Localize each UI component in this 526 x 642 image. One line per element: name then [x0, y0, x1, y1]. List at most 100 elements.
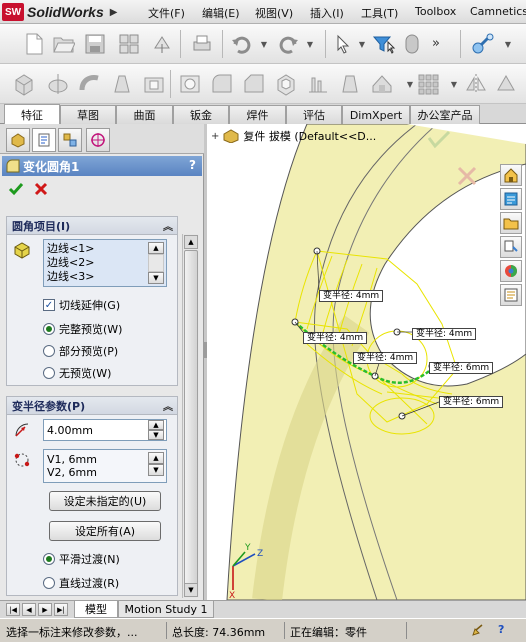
sweep-icon[interactable]: [78, 71, 102, 97]
toolbar1-overflow-icon[interactable]: »: [432, 36, 440, 51]
tab-sketch[interactable]: 草图: [60, 105, 116, 124]
rebuild-icon[interactable]: [150, 31, 174, 57]
fillet-icon[interactable]: [210, 71, 234, 97]
undo-dropdown-icon[interactable]: ▼: [252, 31, 276, 57]
draft-icon[interactable]: [338, 71, 362, 97]
revolve-icon[interactable]: [46, 71, 70, 97]
feature-manager-tab-icon[interactable]: [6, 128, 30, 152]
smooth-transition-radio[interactable]: 平滑过渡(N): [43, 551, 120, 567]
spin-up-icon[interactable]: ▲: [148, 420, 164, 430]
tab-sheet-metal[interactable]: 钣金: [173, 105, 229, 124]
scroll-up-icon[interactable]: ▲: [148, 452, 164, 464]
save-icon[interactable]: [83, 31, 107, 57]
menu-toolbox[interactable]: Toolbox: [415, 5, 456, 18]
scroll-down-icon[interactable]: ▼: [184, 583, 198, 597]
tab-office-products[interactable]: 办公室产品: [410, 105, 480, 124]
collapse-icon[interactable]: ︽: [163, 398, 173, 413]
radius-spinner[interactable]: ▲ ▼: [148, 420, 164, 440]
menu-file[interactable]: 文件(F): [148, 5, 185, 21]
options-icon[interactable]: [400, 31, 424, 57]
radio-icon[interactable]: [43, 577, 55, 589]
rib-icon[interactable]: [306, 71, 330, 97]
ok-button[interactable]: [8, 182, 24, 199]
logo-menu-arrow-icon[interactable]: ▶: [110, 7, 118, 18]
smartmates-dropdown-icon[interactable]: ▼: [496, 31, 520, 57]
menu-edit[interactable]: 编辑(E): [202, 5, 240, 21]
scrollbar-thumb[interactable]: [184, 250, 198, 590]
edges-list[interactable]: 边线<1> 边线<2> 边线<3> ▲ ▼: [43, 239, 167, 287]
radius-input[interactable]: 4.00mm ▲ ▼: [43, 419, 167, 441]
shell-icon[interactable]: [274, 71, 298, 97]
radio-icon[interactable]: [43, 367, 55, 379]
radio-selected-icon[interactable]: [43, 553, 55, 565]
next-tab-icon[interactable]: ▶: [38, 603, 52, 616]
set-all-button[interactable]: 设定所有(A): [49, 521, 161, 541]
checkbox-checked-icon[interactable]: ✓: [43, 299, 55, 311]
appearances-icon[interactable]: [500, 260, 522, 282]
radius-callout[interactable]: 变半径: 4mm: [412, 328, 477, 340]
new-document-icon[interactable]: [22, 31, 46, 57]
configuration-manager-tab-icon[interactable]: [58, 128, 82, 152]
redo-icon[interactable]: [276, 31, 300, 57]
tab-evaluate[interactable]: 评估: [286, 105, 342, 124]
last-tab-icon[interactable]: ▶|: [54, 603, 68, 616]
loft-icon[interactable]: [110, 71, 134, 97]
reference-geometry-icon[interactable]: [494, 71, 518, 97]
help-status-icon[interactable]: ?: [498, 623, 504, 636]
tab-model[interactable]: 模型: [74, 601, 118, 618]
fillet-items-header[interactable]: 圆角项目(I) ︽: [7, 217, 177, 235]
graphics-area[interactable]: Z Y X + 复件 拔模 (Default<<D... 变半径: 4mm 变半…: [207, 124, 526, 600]
redo-dropdown-icon[interactable]: ▼: [298, 31, 322, 57]
scroll-up-icon[interactable]: ▲: [148, 242, 164, 254]
partial-preview-radio[interactable]: 部分预览(P): [43, 343, 118, 359]
radio-icon[interactable]: [43, 345, 55, 357]
app-logo[interactable]: SW SolidWorks ▶: [2, 2, 117, 22]
menu-tools[interactable]: 工具(T): [361, 5, 398, 21]
dimxpert-manager-tab-icon[interactable]: [86, 128, 110, 152]
search-icon[interactable]: [500, 236, 522, 258]
menu-insert[interactable]: 插入(I): [310, 5, 344, 21]
scroll-down-icon[interactable]: ▼: [148, 272, 164, 284]
mirror-icon[interactable]: [464, 71, 488, 97]
menu-camnetics[interactable]: Camnetics: [470, 5, 526, 18]
set-unassigned-button[interactable]: 设定未指定的(U): [49, 491, 161, 511]
select-dropdown-icon[interactable]: ▼: [350, 31, 374, 57]
prev-tab-icon[interactable]: ◀: [22, 603, 36, 616]
property-manager-scrollbar[interactable]: ▲ ▼: [182, 234, 199, 598]
variable-radius-header[interactable]: 变半径参数(P) ︽: [7, 397, 177, 415]
file-explorer-icon[interactable]: [500, 212, 522, 234]
tab-surfaces[interactable]: 曲面: [116, 105, 173, 124]
scroll-up-icon[interactable]: ▲: [184, 235, 198, 249]
list-item[interactable]: V1, 6mm: [47, 453, 97, 466]
cancel-button[interactable]: [34, 182, 48, 199]
print-icon[interactable]: [190, 31, 214, 57]
help-icon[interactable]: ?: [189, 158, 196, 172]
wrap-icon[interactable]: [370, 71, 394, 97]
spin-down-icon[interactable]: ▼: [148, 430, 164, 440]
list-scroll[interactable]: ▲ ▼: [148, 242, 164, 284]
no-preview-radio[interactable]: 无预览(W): [43, 365, 111, 381]
list-scroll-track[interactable]: [148, 254, 164, 272]
linear-pattern-icon[interactable]: [416, 71, 440, 97]
extrude-cut-icon[interactable]: [142, 71, 166, 97]
chamfer-icon[interactable]: [242, 71, 266, 97]
tangent-propagation-checkbox[interactable]: ✓ 切线延伸(G): [43, 297, 120, 313]
rebuild-status-icon[interactable]: [470, 623, 484, 640]
vertex-list-scroll[interactable]: ▲ ▼: [148, 452, 164, 476]
radius-callout[interactable]: 变半径: 4mm: [319, 290, 384, 302]
vertex-list[interactable]: V1, 6mm V2, 6mm ▲ ▼: [43, 449, 167, 483]
list-item[interactable]: V2, 6mm: [47, 466, 97, 479]
menu-view[interactable]: 视图(V): [255, 5, 293, 21]
selection-filter-icon[interactable]: [372, 31, 396, 57]
straight-transition-radio[interactable]: 直线过渡(R): [43, 575, 119, 591]
print-preview-icon[interactable]: [117, 31, 141, 57]
home-icon[interactable]: [500, 164, 522, 186]
linear-pattern-dropdown-icon[interactable]: ▼: [442, 71, 466, 97]
tab-motion-study[interactable]: Motion Study 1: [118, 601, 214, 618]
radius-callout[interactable]: 变半径: 6mm: [439, 396, 504, 408]
undo-icon[interactable]: [230, 31, 254, 57]
custom-properties-icon[interactable]: [500, 284, 522, 306]
full-preview-radio[interactable]: 完整预览(W): [43, 321, 122, 337]
tab-weldments[interactable]: 焊件: [229, 105, 286, 124]
smartmates-icon[interactable]: [470, 31, 494, 57]
